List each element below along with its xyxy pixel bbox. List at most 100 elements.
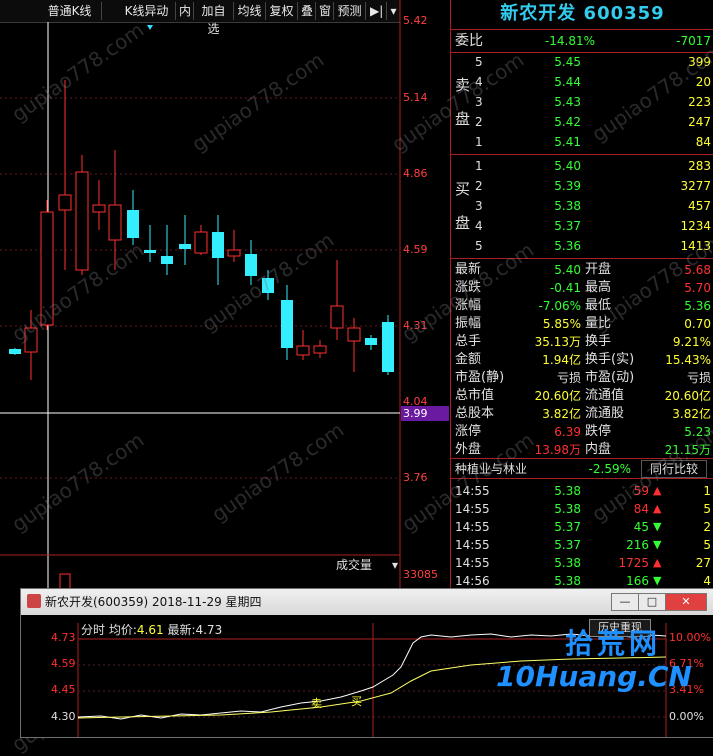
buy-level-row[interactable]: 2 5.39 3277 xyxy=(451,177,713,195)
level-price: 5.43 xyxy=(554,95,581,109)
maximize-button[interactable]: □ xyxy=(638,593,666,611)
candle-body xyxy=(179,244,191,249)
stat-label: 内盘 xyxy=(585,442,612,457)
volume-value: 33085 xyxy=(403,568,438,581)
minimize-button[interactable]: — xyxy=(611,593,639,611)
level-price: 5.41 xyxy=(554,135,581,149)
candle-body xyxy=(161,256,173,264)
popup-pct-label: 0.00% xyxy=(669,710,704,723)
stat-value: 9.21% xyxy=(672,335,711,349)
crosshair-price-tag: 3.99 xyxy=(401,406,449,421)
level-price: 5.36 xyxy=(554,239,581,253)
price-label: 3.76 xyxy=(403,471,428,484)
tick-time: 14:55 xyxy=(455,502,490,516)
level-volume: 457 xyxy=(688,199,711,213)
stat-label: 市盈(静) xyxy=(455,370,505,385)
price-label: 4.86 xyxy=(403,167,428,180)
stat-label: 金额 xyxy=(455,352,482,367)
app-icon xyxy=(27,594,41,608)
volume-indicator-select[interactable]: 成交量 ▾ xyxy=(310,557,400,573)
stat-value: 20.60亿 xyxy=(534,389,581,403)
popup-title-text: 新农开发(600359) 2018-11-29 星期四 xyxy=(45,595,262,609)
candle-body xyxy=(330,305,344,329)
buy-level-row[interactable]: 3 5.38 457 xyxy=(451,197,713,215)
buy-level-row[interactable]: 1 5.40 283 xyxy=(451,157,713,175)
candle-body xyxy=(212,232,224,258)
site-logo-text: 拾荒网 xyxy=(565,627,662,660)
stat-value: -7.06% xyxy=(538,299,581,313)
candle-body xyxy=(108,204,122,241)
level-volume: 84 xyxy=(695,135,711,149)
tick-row: 14:55 5.37 45 ▼ 2 xyxy=(451,518,713,536)
tick-time: 14:55 xyxy=(455,538,490,552)
stat-value: 3.82亿 xyxy=(542,407,581,421)
sell-marker: 卖 xyxy=(311,697,322,710)
tick-price: 5.37 xyxy=(554,538,581,552)
buy-level-row[interactable]: 4 5.37 1234 xyxy=(451,217,713,235)
stat-label: 振幅 xyxy=(455,316,482,331)
candle-body xyxy=(365,338,377,345)
stat-row: 涨幅 -7.06% 最低 5.36 xyxy=(451,297,713,315)
stat-value: 亏损 xyxy=(556,371,581,385)
level-number: 1 xyxy=(475,135,483,149)
stat-label: 开盘 xyxy=(585,262,612,277)
stat-row: 市盈(静) 亏损 市盈(动) 亏损 xyxy=(451,369,713,387)
candle-body xyxy=(127,210,139,238)
stat-label: 总市值 xyxy=(455,388,495,403)
sell-level-row[interactable]: 3 5.43 223 xyxy=(451,93,713,111)
candle-body xyxy=(382,322,394,372)
candle-body xyxy=(313,345,327,354)
stat-value: 20.60亿 xyxy=(664,389,711,403)
level-price: 5.45 xyxy=(554,55,581,69)
stat-value: 3.82亿 xyxy=(672,407,711,421)
sell-level-row[interactable]: 1 5.41 84 xyxy=(451,133,713,151)
candle-body xyxy=(347,327,361,342)
stat-value: 5.40 xyxy=(554,263,581,277)
candle-body xyxy=(9,349,21,354)
level-price: 5.44 xyxy=(554,75,581,89)
stat-label: 流通值 xyxy=(585,388,625,403)
candle-body xyxy=(144,250,156,253)
tick-row: 14:55 5.37 216 ▼ 5 xyxy=(451,536,713,554)
level-price: 5.42 xyxy=(554,115,581,129)
level-number: 5 xyxy=(475,239,483,253)
stat-row: 振幅 5.85% 量比 0.70 xyxy=(451,315,713,333)
level-price: 5.40 xyxy=(554,159,581,173)
candle-body xyxy=(296,345,310,356)
level-number: 5 xyxy=(475,55,483,69)
tick-row: 14:55 5.38 1725 ▲ 27 xyxy=(451,554,713,572)
sell-level-row[interactable]: 2 5.42 247 xyxy=(451,113,713,131)
tick-price: 5.38 xyxy=(554,502,581,516)
candle-body xyxy=(92,204,106,213)
tick-volume: 216 xyxy=(626,538,649,552)
popup-titlebar[interactable]: 新农开发(600359) 2018-11-29 星期四 — □ ✕ xyxy=(21,589,713,615)
industry-pct: -2.59% xyxy=(588,462,631,476)
stat-label: 涨停 xyxy=(455,424,482,439)
close-button[interactable]: ✕ xyxy=(665,593,707,611)
price-label: 4.59 xyxy=(403,243,428,256)
arrow-down-icon: ▼ xyxy=(653,538,662,551)
popup-y-label: 4.73 xyxy=(51,631,76,644)
price-label: 5.14 xyxy=(403,91,428,104)
candle-body xyxy=(58,194,72,211)
level-number: 4 xyxy=(475,219,483,233)
level-volume: 247 xyxy=(688,115,711,129)
marker-icon xyxy=(147,25,153,30)
tick-time: 14:55 xyxy=(455,556,490,570)
candle-body xyxy=(75,171,89,271)
stat-label: 跌停 xyxy=(585,424,612,439)
tick-time: 14:55 xyxy=(455,520,490,534)
level-volume: 1234 xyxy=(680,219,711,233)
stat-row: 金额 1.94亿 换手(实) 15.43% xyxy=(451,351,713,369)
stat-label: 流通股 xyxy=(585,406,625,421)
weibi-row: 委比 -14.81% -7017 xyxy=(455,33,711,49)
site-logo-domain: 10Huang.CN xyxy=(496,660,692,693)
buy-level-row[interactable]: 5 5.36 1413 xyxy=(451,237,713,255)
stat-label: 市盈(动) xyxy=(585,370,635,385)
candle-body xyxy=(194,231,208,254)
level-price: 5.39 xyxy=(554,179,581,193)
stat-label: 换手 xyxy=(585,334,612,349)
level-number: 1 xyxy=(475,159,483,173)
tick-count: 5 xyxy=(703,538,711,552)
candle-body xyxy=(227,249,241,257)
